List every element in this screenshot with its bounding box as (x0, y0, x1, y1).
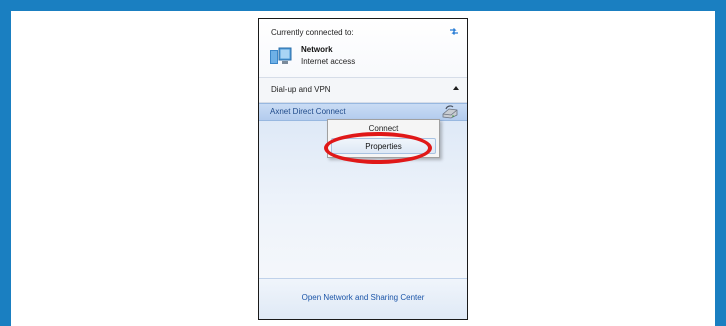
highlight-circle (324, 132, 432, 164)
dialup-vpn-section-header[interactable]: Dial-up and VPN (259, 78, 467, 102)
connected-header: Currently connected to: Network Internet… (259, 19, 467, 77)
connected-label: Currently connected to: (271, 28, 354, 37)
open-network-sharing-center-link[interactable]: Open Network and Sharing Center (259, 293, 467, 302)
footer: Open Network and Sharing Center (259, 278, 467, 319)
network-flyout: Currently connected to: Network Internet… (258, 18, 468, 320)
network-computer-icon (270, 46, 292, 66)
network-status: Internet access (301, 57, 356, 66)
refresh-arrows-icon[interactable] (448, 25, 460, 37)
connection-name: Axnet Direct Connect (270, 107, 346, 116)
dialup-vpn-label: Dial-up and VPN (271, 85, 331, 94)
network-name: Network (301, 45, 333, 54)
modem-icon (441, 105, 459, 120)
chevron-up-icon[interactable] (452, 84, 460, 94)
